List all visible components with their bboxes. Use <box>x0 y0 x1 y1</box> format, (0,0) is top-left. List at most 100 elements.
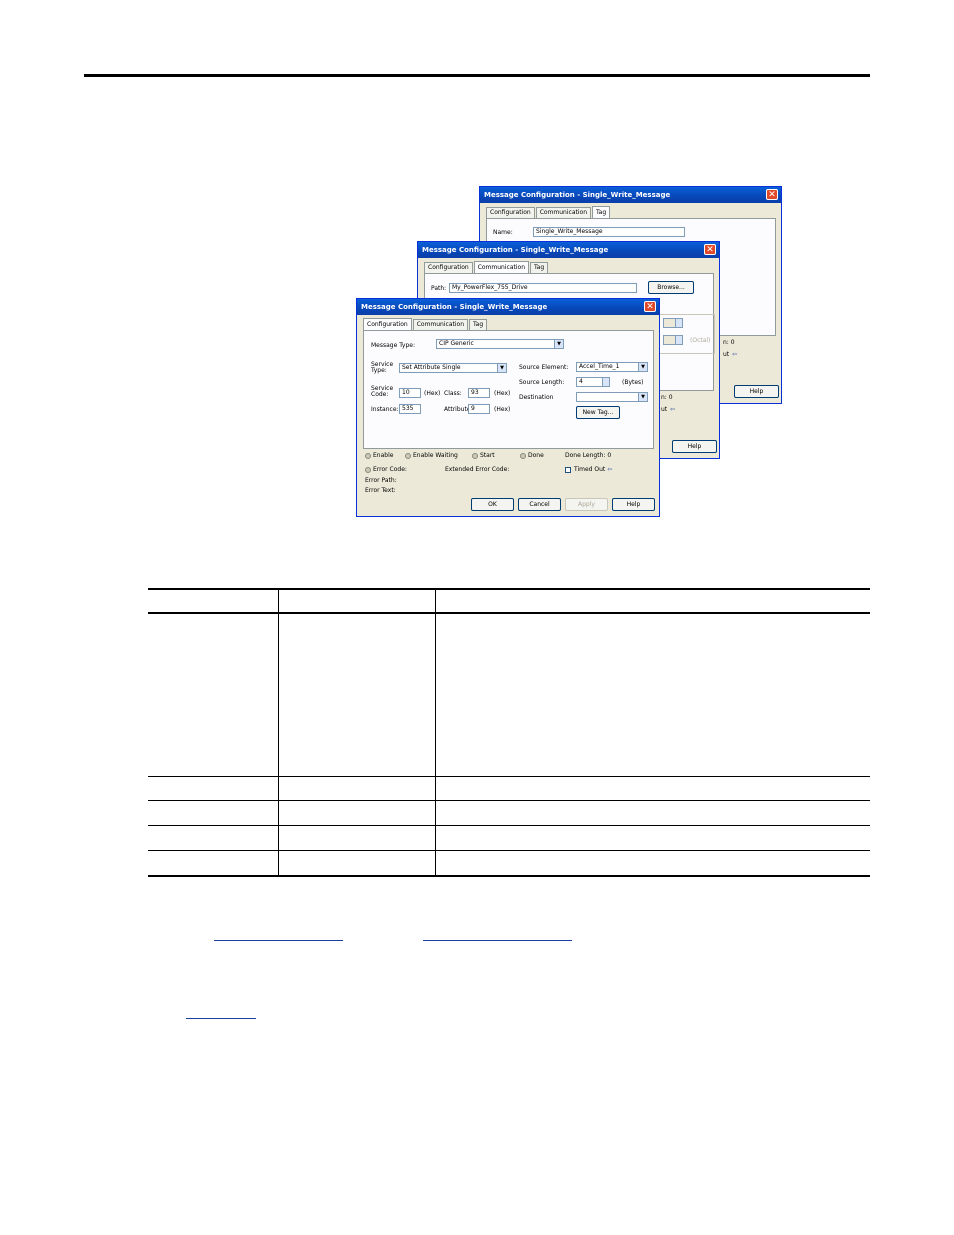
led-icon <box>405 452 411 459</box>
tab-configuration[interactable]: Configuration <box>363 318 412 330</box>
name-input[interactable]: Single_Write_Message <box>533 227 685 237</box>
source-length-input[interactable]: 4 <box>576 377 610 387</box>
dialog-communication-titlebar[interactable]: Message Configuration - Single_Write_Mes… <box>418 242 719 258</box>
service-type-label: Service Type: <box>371 361 394 374</box>
dialog-tag-titlebar[interactable]: Message Configuration - Single_Write_Mes… <box>480 187 781 203</box>
tab-communication[interactable]: Communication <box>473 261 529 273</box>
done-length-fragment: n: 0 <box>723 339 735 346</box>
status-enable-waiting: Enable Waiting <box>405 452 458 459</box>
help-button[interactable]: Help <box>734 385 779 398</box>
service-type-value: Set Attribute Single <box>402 364 461 371</box>
attribute-input[interactable]: 9 <box>468 404 490 414</box>
table-row-rule <box>148 850 870 851</box>
source-element-label: Source Element: <box>519 364 569 371</box>
path-label: Path: <box>431 285 447 292</box>
timed-out-checkbox[interactable]: Timed Out ⇦ <box>565 466 612 473</box>
tab-tag[interactable]: Tag <box>530 262 549 273</box>
chevron-down-icon[interactable]: ▼ <box>554 340 563 348</box>
status-enable: Enable <box>365 452 393 459</box>
arrow-icon: ⇦ <box>607 466 613 473</box>
disabled-field <box>663 318 683 328</box>
done-length-fragment: n: 0 <box>661 394 673 401</box>
led-icon <box>472 452 478 459</box>
tab-tag[interactable]: Tag <box>592 206 611 218</box>
chevron-down-icon[interactable]: ▼ <box>638 363 647 371</box>
source-element-select[interactable]: Accel_Time_1 ▼ <box>576 362 648 372</box>
class-label: Class: <box>444 390 462 397</box>
cancel-button[interactable]: Cancel <box>518 498 561 511</box>
table-header-rule <box>148 612 870 614</box>
bytes-label: (Bytes) <box>622 379 644 386</box>
tab-tag[interactable]: Tag <box>469 319 488 330</box>
status-start: Start <box>472 452 495 459</box>
new-tag-button[interactable]: New Tag... <box>576 406 620 419</box>
destination-select[interactable]: ▼ <box>576 392 648 402</box>
chevron-down-icon[interactable]: ▼ <box>638 393 647 401</box>
extended-error-code: Extended Error Code: <box>445 466 510 473</box>
source-length-value: 4 <box>579 378 583 385</box>
apply-button[interactable]: Apply <box>565 498 608 511</box>
source-element-value: Accel_Time_1 <box>579 363 620 370</box>
table-column-divider <box>435 588 436 877</box>
dialog-configuration-titlebar[interactable]: Message Configuration - Single_Write_Mes… <box>357 299 659 315</box>
status-done: Done <box>520 452 544 459</box>
error-code: Error Code: <box>365 466 407 473</box>
checkbox-icon <box>565 466 571 473</box>
disabled-field <box>663 335 683 345</box>
service-code-label: Service Code: <box>371 385 394 398</box>
dialog-title: Message Configuration - Single_Write_Mes… <box>422 246 609 254</box>
close-icon[interactable]: ✕ <box>766 189 778 200</box>
path-input[interactable]: My_PowerFlex_755_Drive <box>449 283 637 293</box>
spinner-icon[interactable] <box>602 378 609 386</box>
led-icon <box>365 466 371 473</box>
tab-configuration[interactable]: Configuration <box>486 207 535 218</box>
tab-configuration[interactable]: Configuration <box>424 262 473 273</box>
arrow-icon: ⇦ <box>670 406 676 413</box>
message-type-label: Message Type: <box>371 342 416 349</box>
error-text: Error Text: <box>365 487 396 494</box>
class-input[interactable]: 93 <box>468 388 490 398</box>
table-row-rule <box>148 825 870 826</box>
message-type-select[interactable]: CIP Generic ▼ <box>436 339 564 349</box>
tab-communication[interactable]: Communication <box>412 319 468 330</box>
dialog-configuration: Message Configuration - Single_Write_Mes… <box>356 298 660 517</box>
timed-out-fragment: ut <box>723 351 730 358</box>
error-path: Error Path: <box>365 477 397 484</box>
done-length: Done Length: 0 <box>565 452 612 459</box>
service-type-select[interactable]: Set Attribute Single ▼ <box>399 363 507 373</box>
arrow-icon: ⇦ <box>732 351 738 358</box>
name-label: Name: <box>493 229 513 236</box>
close-icon[interactable]: ✕ <box>704 244 716 255</box>
led-icon <box>520 452 526 459</box>
table-top-rule <box>148 588 870 590</box>
tab-communication[interactable]: Communication <box>535 207 591 218</box>
table-row-rule <box>148 800 870 801</box>
cross-reference-link[interactable] <box>214 940 343 941</box>
chevron-down-icon[interactable]: ▼ <box>497 364 506 372</box>
instance-input[interactable]: 535 <box>399 404 421 414</box>
close-icon[interactable]: ✕ <box>644 301 656 312</box>
hex-label: (Hex) <box>494 406 511 413</box>
cross-reference-link[interactable] <box>423 940 572 941</box>
configuration-pane: Message Type: CIP Generic ▼ Service Type:… <box>363 330 654 449</box>
dialog-title: Message Configuration - Single_Write_Mes… <box>484 191 671 199</box>
message-type-value: CIP Generic <box>439 340 474 347</box>
led-icon <box>365 452 371 459</box>
table-bottom-rule <box>148 875 870 877</box>
help-button[interactable]: Help <box>672 440 717 453</box>
hex-label: (Hex) <box>424 390 441 397</box>
page-header-rule <box>84 74 870 77</box>
help-button[interactable]: Help <box>612 498 655 511</box>
hex-label: (Hex) <box>494 390 511 397</box>
table-row-rule <box>148 776 870 777</box>
service-code-input[interactable]: 10 <box>399 388 421 398</box>
timed-out-fragment: ut <box>661 406 668 413</box>
table-column-divider <box>278 588 279 877</box>
dialog-title: Message Configuration - Single_Write_Mes… <box>361 303 548 311</box>
cross-reference-link[interactable] <box>186 1018 256 1019</box>
instance-label: Instance: <box>371 406 399 413</box>
ok-button[interactable]: OK <box>471 498 514 511</box>
octal-label: (Octal) <box>690 337 711 344</box>
browse-button[interactable]: Browse... <box>648 281 694 294</box>
source-length-label: Source Length: <box>519 379 565 386</box>
